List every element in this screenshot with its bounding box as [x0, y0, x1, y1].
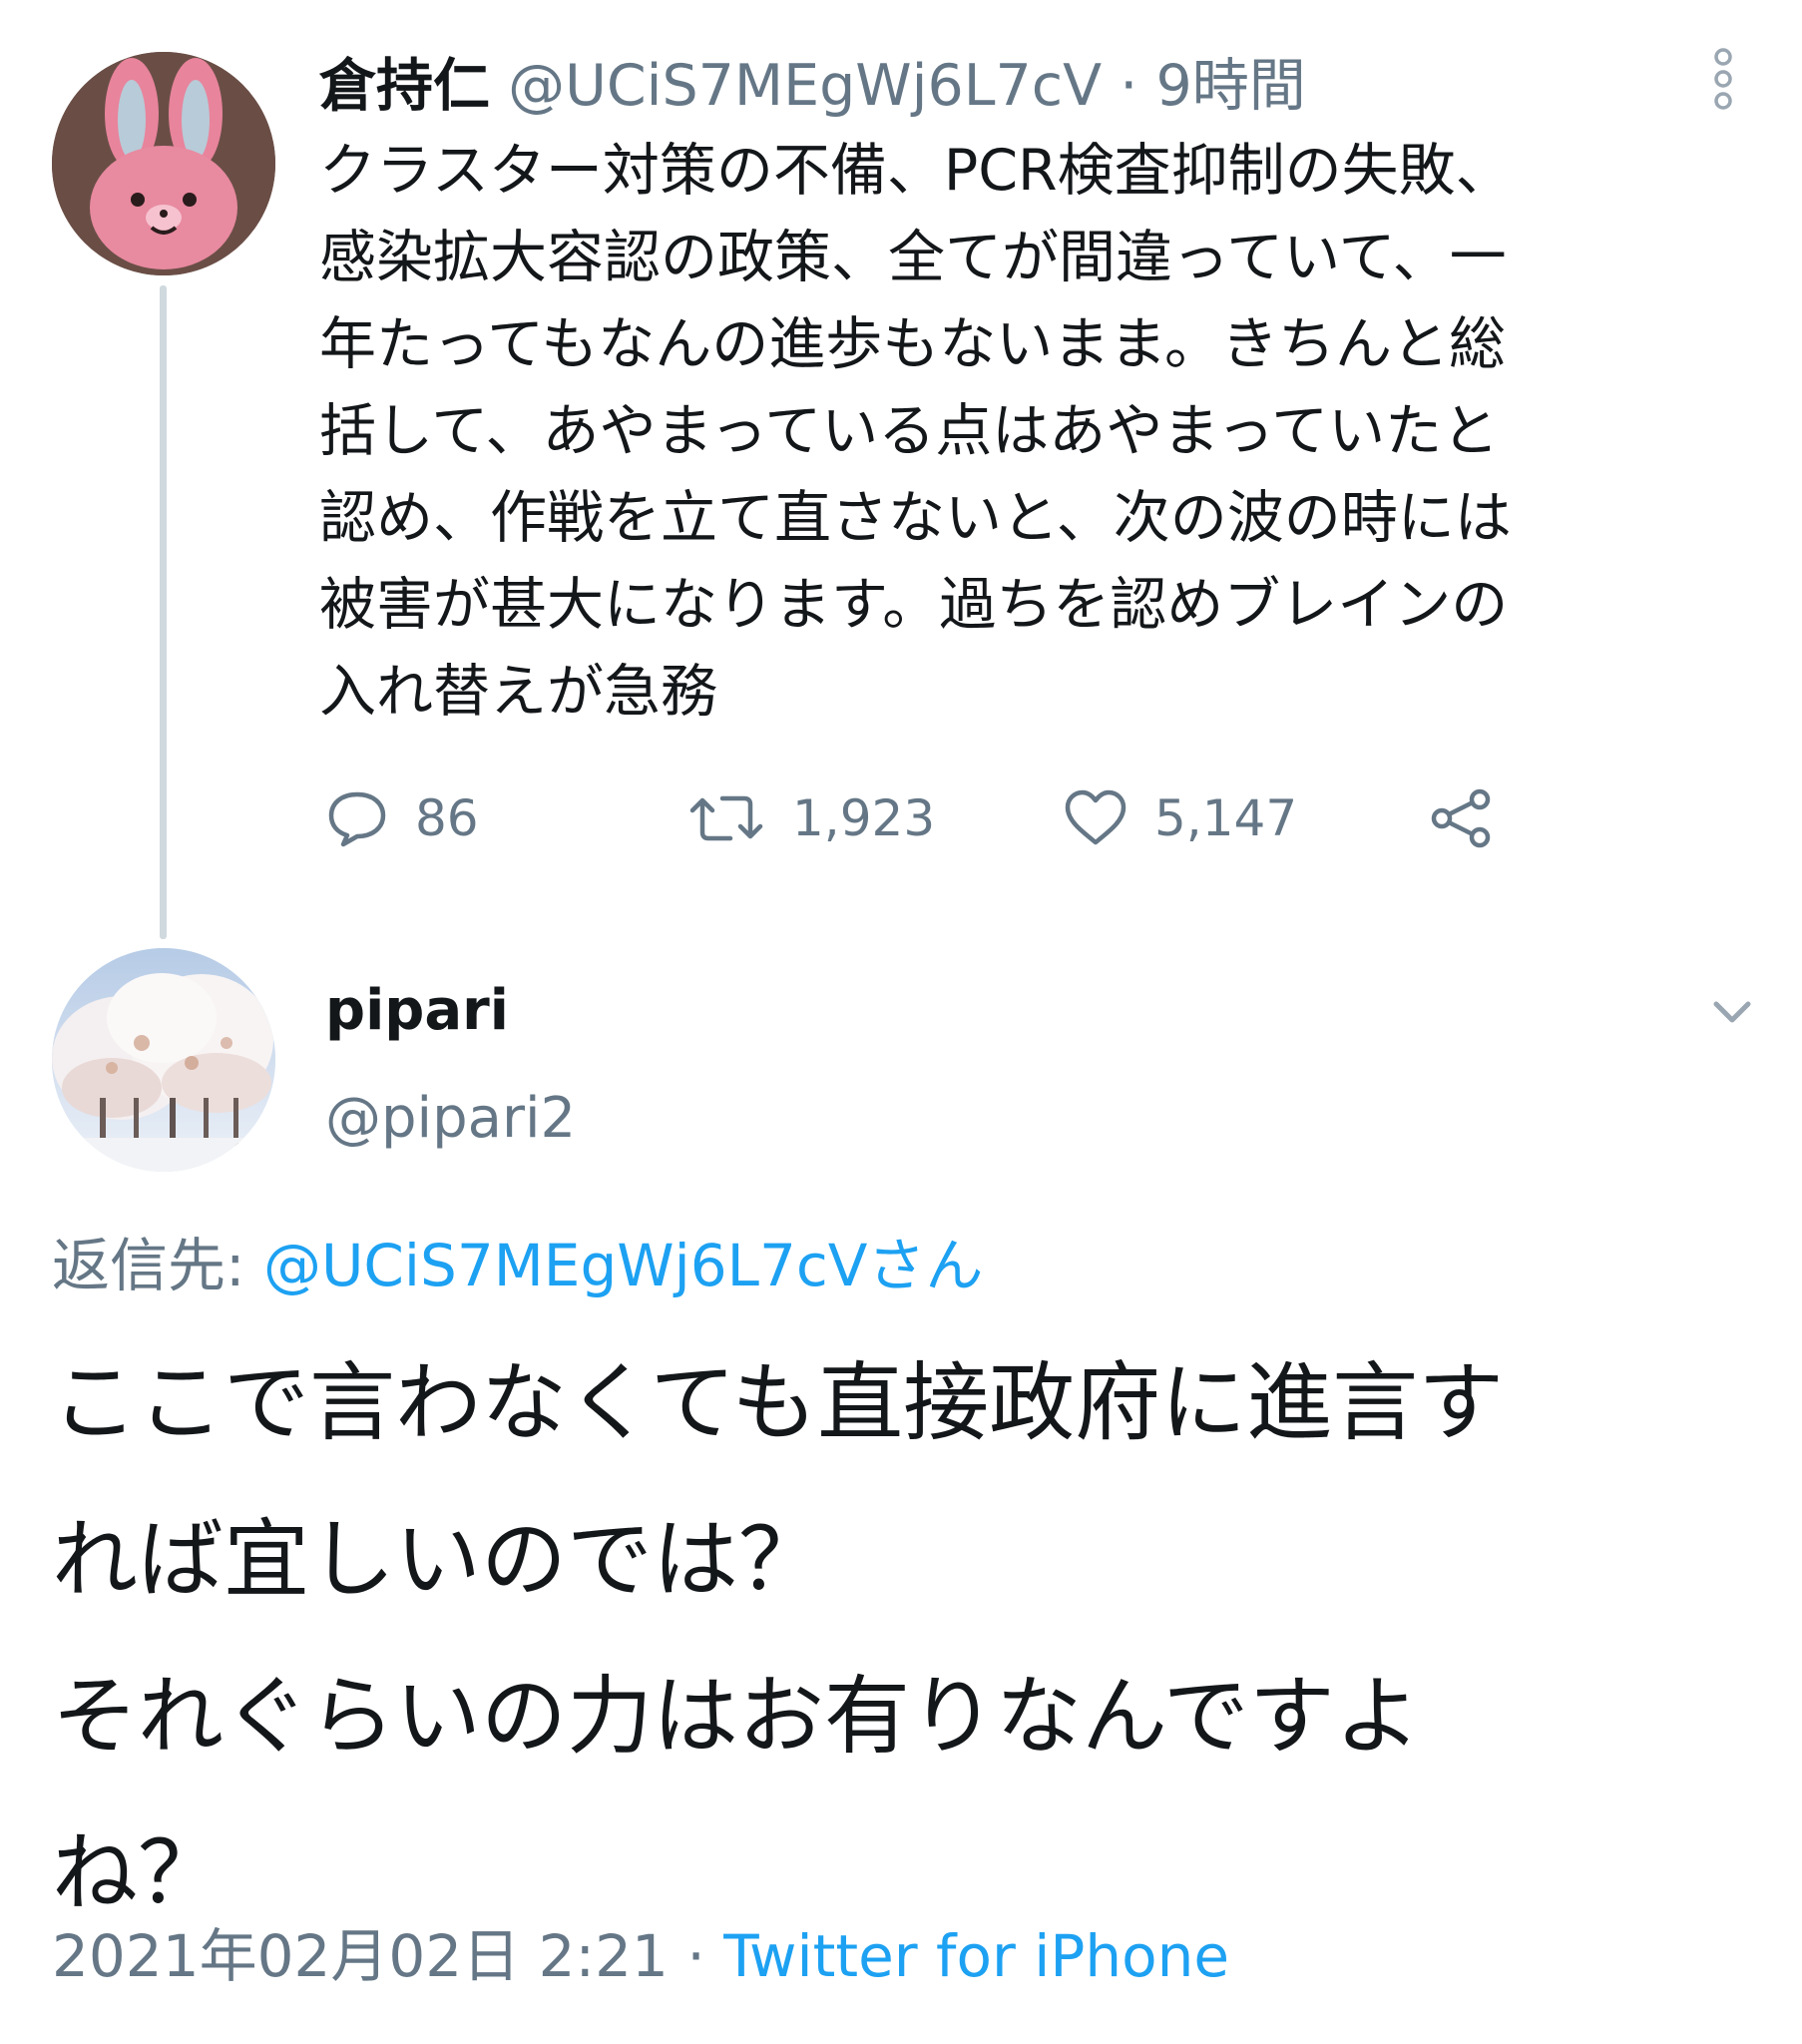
tweet-text-line: クラスター対策の不備、PCR検査抑制の失敗、: [319, 138, 1513, 204]
tweet-text-line: 入れ替えが急務: [319, 659, 717, 725]
tweet-text-line: 括して、あやまっている点はあやまっていたと: [319, 398, 1500, 464]
reply-to-handle-link[interactable]: @UCiS7MEgWj6L7cVさん: [263, 1232, 983, 1299]
share-icon: [1431, 788, 1491, 848]
reply-tweet-text: ここで言わなくても直接政府に進言す れば宜しいのでは？ それぐらいの力はお有りな…: [52, 1325, 1748, 1952]
header-separator: ·: [1120, 53, 1138, 119]
thread-connector-line: [160, 285, 167, 939]
tweet-text-line: れば宜しいのでは？: [52, 1510, 824, 1610]
chevron-down-icon[interactable]: [1708, 988, 1756, 1036]
parent-author-handle[interactable]: @UCiS7MEgWj6L7cV: [508, 53, 1102, 119]
retweet-icon: [689, 795, 763, 841]
footer-separator: ·: [686, 1922, 705, 1990]
parent-author-name[interactable]: 倉持仁: [319, 53, 490, 119]
like-button[interactable]: 5,147: [1063, 788, 1297, 848]
parent-tweet-text: クラスター対策の不備、PCR検査抑制の失敗、 感染拡大容認の政策、全てが間違って…: [319, 128, 1736, 736]
reply-author-name[interactable]: pipari: [325, 976, 509, 1046]
retweet-button[interactable]: 1,923: [686, 788, 935, 848]
reply-icon: [328, 791, 386, 847]
tweet-timestamp[interactable]: 2021年02月02日 2:21: [52, 1922, 669, 1990]
reply-avatar[interactable]: [52, 948, 275, 1172]
like-icon: [1065, 789, 1126, 845]
tweet-text-line: 被害が甚大になります。過ちを認めブレインの: [319, 572, 1509, 638]
reply-button[interactable]: 86: [325, 788, 479, 848]
parent-avatar[interactable]: [52, 52, 275, 275]
tweet-text-line: それぐらいの力はお有りなんですよ: [52, 1667, 1421, 1767]
tweet-source-link[interactable]: Twitter for iPhone: [723, 1922, 1229, 1990]
reply-author-handle[interactable]: @pipari2: [325, 1084, 576, 1154]
tweet-text-line: 認め、作戦を立て直さないと、次の波の時には: [319, 485, 1512, 551]
retweet-count: 1,923: [792, 789, 936, 847]
parent-tweet-header: 倉持仁 @UCiS7MEgWj6L7cV · 9時間: [319, 46, 1306, 126]
reply-to-line: 返信先: @UCiS7MEgWj6L7cVさん: [52, 1226, 983, 1305]
tweet-text-line: 年たってもなんの進歩もないまま。きちんと総: [319, 311, 1507, 377]
parent-tweet-time[interactable]: 9時間: [1156, 53, 1306, 119]
tweet-text-line: 感染拡大容認の政策、全てが間違っていて、一: [319, 225, 1507, 290]
reply-count: 86: [415, 789, 479, 847]
like-count: 5,147: [1154, 789, 1298, 847]
reply-to-label: 返信先:: [52, 1232, 263, 1299]
tweet-footer: 2021年02月02日 2:21 · Twitter for iPhone: [52, 1916, 1229, 1996]
more-icon[interactable]: [1710, 48, 1736, 110]
tweet-text-line: ここで言わなくても直接政府に進言す: [52, 1353, 1505, 1453]
share-button[interactable]: [1429, 788, 1495, 848]
pink-rabbit-avatar: [52, 52, 275, 275]
snowy-trees-avatar: [52, 948, 275, 1172]
